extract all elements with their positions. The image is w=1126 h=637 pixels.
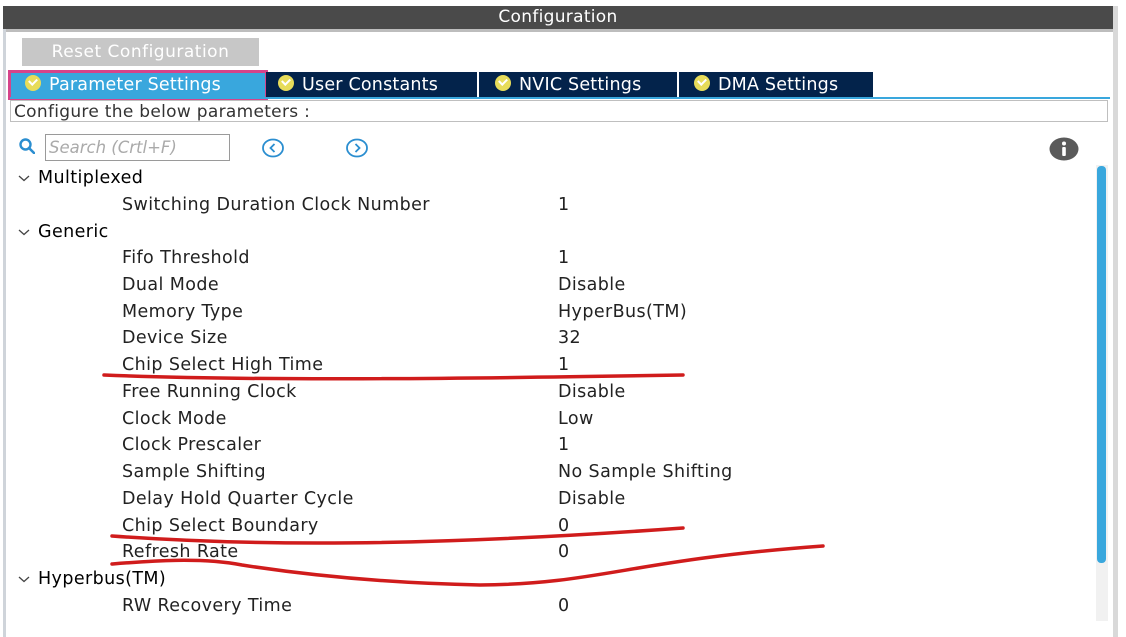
param-name: RW Recovery Time — [122, 596, 293, 616]
param-name: Refresh Rate — [122, 542, 239, 562]
search-icon[interactable] — [19, 138, 35, 154]
tab-label: NVIC Settings — [519, 75, 642, 95]
param-value[interactable]: Disable — [558, 275, 626, 295]
param-row-fifo-threshold[interactable]: Fifo Threshold 1 — [0, 246, 1090, 272]
param-value[interactable]: No Sample Shifting — [558, 462, 733, 482]
param-name: Fifo Threshold — [122, 248, 250, 268]
param-name: Chip Select High Time — [122, 355, 324, 375]
chevron-right-circle-icon[interactable] — [346, 138, 368, 158]
window-title: Configuration — [3, 6, 1113, 29]
info-icon[interactable] — [1049, 137, 1079, 161]
param-value[interactable]: 0 — [558, 596, 570, 616]
group-row-hyperbus[interactable]: Hyperbus(TM) — [0, 567, 1090, 593]
tab-dma-settings[interactable]: DMA Settings — [679, 72, 873, 98]
chevron-down-icon[interactable] — [17, 226, 31, 238]
tab-label: User Constants — [302, 75, 439, 95]
check-circle-icon — [278, 75, 294, 91]
param-row-switching-duration[interactable]: Switching Duration Clock Number 1 — [0, 193, 1090, 219]
tab-user-constants[interactable]: User Constants — [266, 72, 479, 98]
group-row-generic[interactable]: Generic — [0, 220, 1090, 246]
param-row-chip-select-boundary[interactable]: Chip Select Boundary 0 — [0, 514, 1090, 540]
scrollbar-thumb[interactable] — [1097, 166, 1106, 563]
search-input[interactable]: Search (Crtl+F) — [45, 134, 230, 161]
param-name: Clock Prescaler — [122, 435, 262, 455]
param-row-sample-shifting[interactable]: Sample Shifting No Sample Shifting — [0, 460, 1090, 486]
param-value[interactable]: Low — [558, 409, 594, 429]
param-row-free-running-clock[interactable]: Free Running Clock Disable — [0, 380, 1090, 406]
param-row-refresh-rate[interactable]: Refresh Rate 0 — [0, 540, 1090, 566]
chevron-down-icon[interactable] — [17, 573, 31, 585]
tab-nvic-settings[interactable]: NVIC Settings — [479, 72, 679, 98]
param-value[interactable]: 1 — [558, 195, 570, 215]
param-name: Dual Mode — [122, 275, 219, 295]
param-value[interactable]: 0 — [558, 516, 570, 536]
param-name: Free Running Clock — [122, 382, 297, 402]
param-value[interactable]: 0 — [558, 542, 570, 562]
chevron-down-icon[interactable] — [17, 172, 31, 184]
tab-label: Parameter Settings — [49, 75, 221, 95]
check-circle-icon — [694, 75, 710, 91]
param-name: Device Size — [122, 328, 228, 348]
param-row-clock-mode[interactable]: Clock Mode Low — [0, 407, 1090, 433]
param-value[interactable]: Disable — [558, 489, 626, 509]
param-value[interactable]: 1 — [558, 248, 570, 268]
param-name: Switching Duration Clock Number — [122, 195, 430, 215]
reset-configuration-button[interactable]: Reset Configuration — [22, 38, 259, 66]
tab-label: DMA Settings — [718, 75, 839, 95]
tab-underline — [10, 97, 1110, 99]
param-value[interactable]: 1 — [558, 355, 570, 375]
check-circle-icon — [25, 75, 41, 91]
param-value[interactable]: HyperBus(TM) — [558, 302, 687, 322]
param-row-delay-hold-quarter-cycle[interactable]: Delay Hold Quarter Cycle Disable — [0, 487, 1090, 513]
param-name: Memory Type — [122, 302, 244, 322]
param-name: Clock Mode — [122, 409, 227, 429]
group-label: Hyperbus(TM) — [38, 569, 167, 589]
panel-right-border — [1113, 6, 1118, 637]
param-name: Delay Hold Quarter Cycle — [122, 489, 354, 509]
param-row-device-size[interactable]: Device Size 32 — [0, 326, 1090, 352]
group-label: Multiplexed — [38, 168, 144, 188]
check-circle-icon — [495, 75, 511, 91]
param-row-rw-recovery-time[interactable]: RW Recovery Time 0 — [0, 594, 1090, 620]
chevron-left-circle-icon[interactable] — [262, 138, 284, 158]
param-row-clock-prescaler[interactable]: Clock Prescaler 1 — [0, 433, 1090, 459]
param-row-memory-type[interactable]: Memory Type HyperBus(TM) — [0, 300, 1090, 326]
param-row-dual-mode[interactable]: Dual Mode Disable — [0, 273, 1090, 299]
param-name: Chip Select Boundary — [122, 516, 319, 536]
configuration-panel: Configuration Reset Configuration Parame… — [0, 0, 1126, 637]
group-label: Generic — [38, 222, 109, 242]
param-value[interactable]: Disable — [558, 382, 626, 402]
group-row-multiplexed[interactable]: Multiplexed — [0, 166, 1090, 192]
tab-parameter-settings[interactable]: Parameter Settings — [8, 70, 268, 100]
param-value[interactable]: 1 — [558, 435, 570, 455]
param-row-chip-select-high-time[interactable]: Chip Select High Time 1 — [0, 353, 1090, 379]
param-value[interactable]: 32 — [558, 328, 581, 348]
param-name: Sample Shifting — [122, 462, 267, 482]
parameters-description: Configure the below parameters : — [10, 100, 1108, 122]
title-divider — [3, 29, 1113, 32]
